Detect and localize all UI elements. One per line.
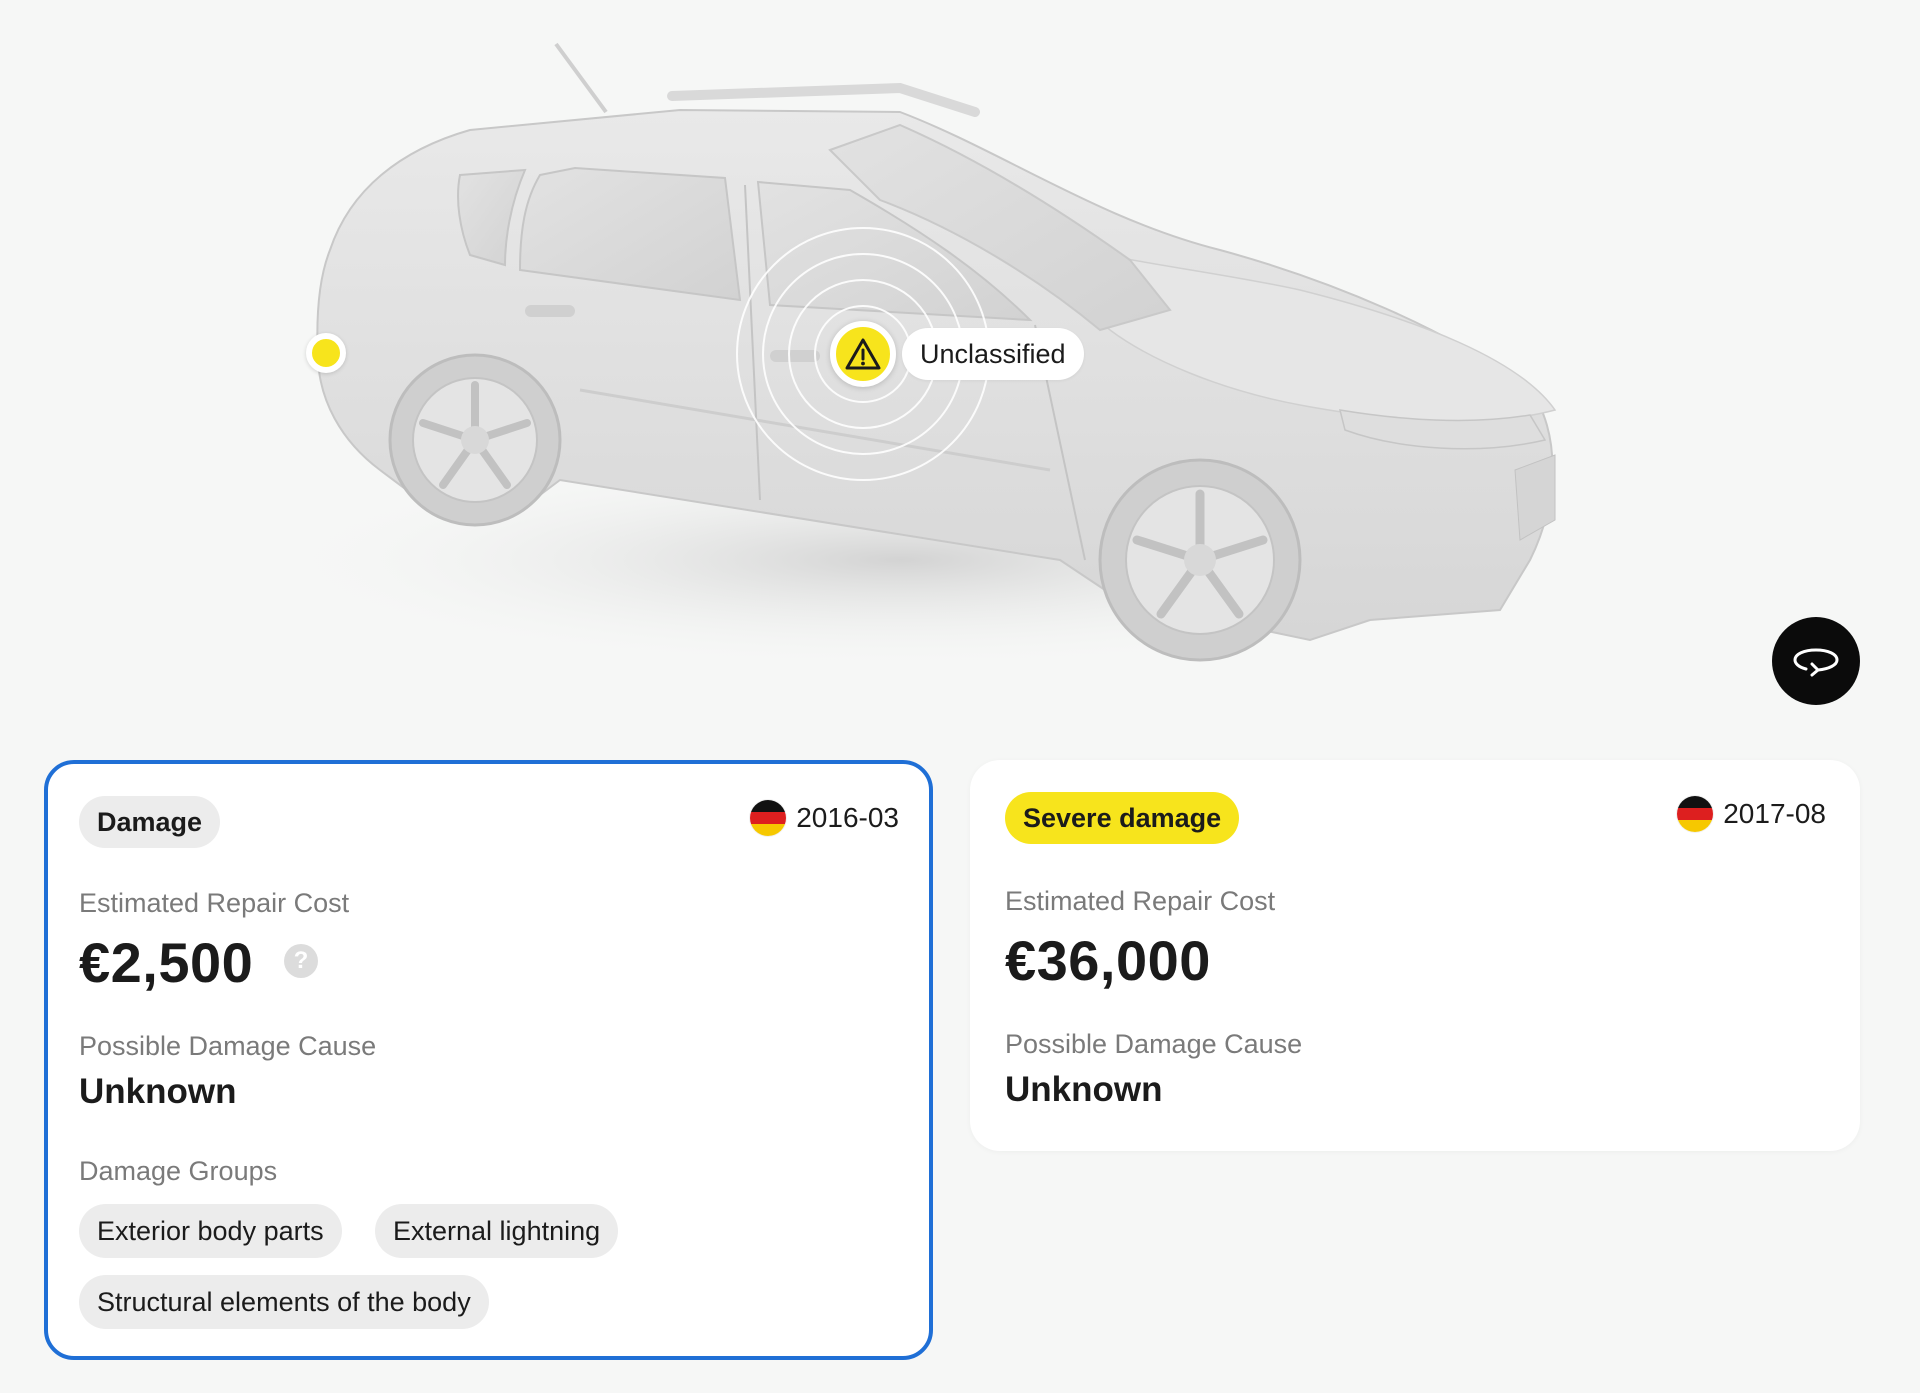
warning-icon — [845, 338, 881, 370]
germany-flag-icon — [1677, 796, 1714, 832]
rotate-360-icon — [1793, 648, 1839, 677]
damage-date: 2017-08 — [1677, 796, 1826, 832]
damage-date-text: 2016-03 — [796, 802, 899, 833]
damage-marker-unclassified[interactable] — [830, 321, 896, 387]
damage-card-2016-03[interactable]: Damage 2016-03 Estimated Repair Cost €2,… — [44, 760, 933, 1360]
damage-group-chip: Structural elements of the body — [79, 1275, 489, 1329]
damage-marker-rear[interactable] — [306, 333, 346, 373]
repair-cost-label: Estimated Repair Cost — [1005, 886, 1276, 916]
damage-date: 2016-03 — [750, 800, 899, 836]
repair-cost-value: €2,500 — [79, 931, 254, 994]
damage-card-2017-08[interactable]: Severe damage 2017-08 Estimated Repair C… — [970, 760, 1860, 1151]
damage-severity-badge: Severe damage — [1005, 792, 1240, 844]
damage-marker-label[interactable]: Unclassified — [902, 328, 1084, 380]
repair-cost-value: €36,000 — [1005, 929, 1211, 992]
damage-cause-value: Unknown — [79, 1072, 237, 1111]
vehicle-damage-page: Unclassified Damage 2016-03 Estimated Re… — [0, 0, 1920, 1393]
rotate-view-button[interactable] — [1772, 617, 1860, 705]
damage-cause-label: Possible Damage Cause — [79, 1031, 377, 1061]
damage-groups-label: Damage Groups — [79, 1156, 278, 1186]
car-3d-viewer[interactable]: Unclassified — [0, 0, 1920, 720]
damage-group-chip: External lightning — [375, 1204, 619, 1258]
help-icon[interactable]: ? — [284, 944, 318, 978]
germany-flag-icon — [750, 800, 787, 836]
damage-date-text: 2017-08 — [1723, 798, 1826, 829]
damage-cause-value: Unknown — [1005, 1070, 1163, 1109]
damage-severity-badge: Damage — [79, 796, 221, 848]
repair-cost-label: Estimated Repair Cost — [79, 888, 350, 918]
damage-group-chip: Exterior body parts — [79, 1204, 342, 1258]
damage-cause-label: Possible Damage Cause — [1005, 1029, 1303, 1059]
